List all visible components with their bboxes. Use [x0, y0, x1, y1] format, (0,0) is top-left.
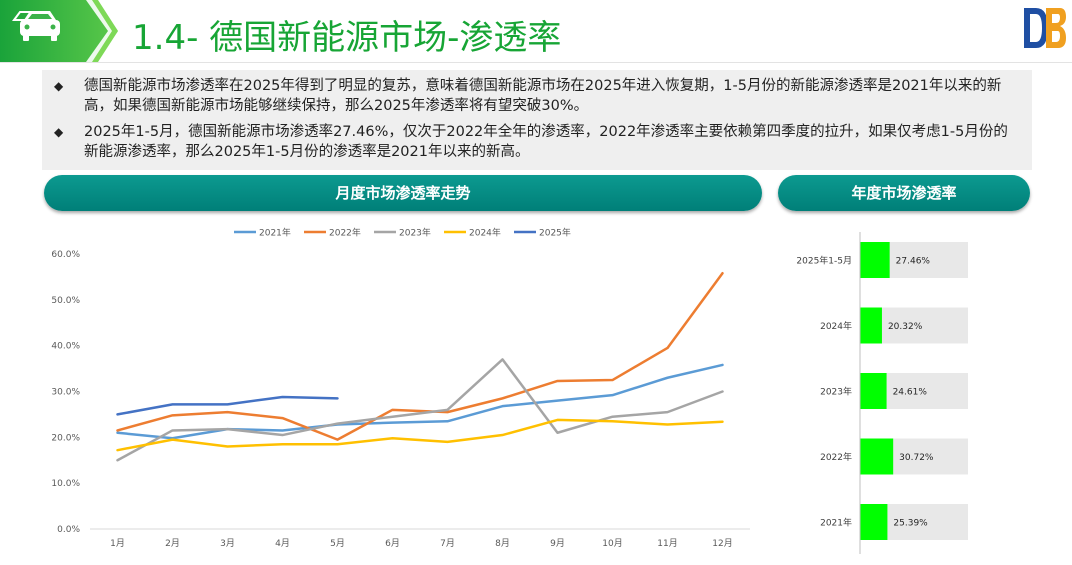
x-tick-label: 12月: [712, 538, 732, 549]
bar-category-label: 2025年1-5月: [796, 255, 852, 267]
bar-category-label: 2024年: [820, 320, 852, 332]
y-tick-label: 0.0%: [57, 525, 80, 535]
summary-bullet: ◆ 德国新能源市场渗透率在2025年得到了明显的复苏，意味着德国新能源市场在20…: [54, 76, 1014, 116]
diamond-bullet-icon: ◆: [54, 79, 64, 93]
legend-label: 2025年: [539, 227, 571, 239]
series-line: [116, 363, 724, 440]
x-tick-label: 5月: [330, 538, 345, 549]
x-tick-label: 9月: [550, 538, 565, 549]
y-tick-label: 20.0%: [51, 433, 80, 443]
legend-label: 2022年: [329, 227, 361, 239]
x-tick-label: 3月: [220, 538, 235, 549]
diamond-bullet-icon: ◆: [54, 125, 64, 139]
company-logo: [1024, 8, 1066, 48]
annual-penetration-bar-chart: 27.46% 2025年1-5月 20.32% 2024年 24.61% 2023年 30.…: [796, 232, 968, 554]
legend-label: 2021年: [259, 227, 291, 239]
page-title: 1.4- 德国新能源市场-渗透率: [132, 18, 562, 58]
header-divider: [0, 62, 1072, 63]
series-line: [116, 418, 724, 452]
x-tick-label: 2月: [165, 538, 180, 549]
bar-category-label: 2023年: [820, 386, 852, 398]
bar: [860, 438, 894, 475]
bar-value-label: 25.39%: [893, 519, 928, 529]
x-tick-label: 10月: [602, 538, 622, 549]
y-tick-label: 30.0%: [51, 388, 80, 398]
bullet-text: 德国新能源市场渗透率在2025年得到了明显的复苏，意味着德国新能源市场在2025…: [84, 78, 1002, 114]
bar: [860, 373, 887, 409]
bar: [860, 307, 882, 344]
monthly-section-header: 月度市场渗透率走势: [44, 175, 762, 211]
legend-label: 2024年: [469, 227, 501, 239]
bar-category-label: 2021年: [820, 517, 852, 529]
bar-category-label: 2022年: [820, 451, 852, 463]
bar-value-label: 20.32%: [888, 322, 923, 332]
bar: [860, 242, 890, 278]
x-tick-label: 1月: [110, 538, 125, 549]
bar-value-label: 27.46%: [896, 257, 931, 267]
summary-bullet: ◆ 2025年1-5月，德国新能源市场渗透率27.46%，仅次于2022年全年的…: [54, 122, 1014, 162]
x-tick-label: 7月: [440, 538, 455, 549]
x-tick-label: 8月: [495, 538, 510, 549]
page-header: 1.4- 德国新能源市场-渗透率: [0, 0, 1072, 66]
bar-value-label: 24.61%: [893, 388, 928, 398]
car-icon: [12, 11, 60, 41]
y-tick-label: 10.0%: [51, 479, 80, 489]
x-tick-label: 4月: [275, 538, 290, 549]
bar: [860, 504, 888, 540]
x-tick-label: 6月: [385, 538, 400, 549]
y-tick-label: 40.0%: [51, 342, 80, 352]
bullet-text: 2025年1-5月，德国新能源市场渗透率27.46%，仅次于2022年全年的渗透…: [84, 124, 1008, 160]
summary-box: ◆ 德国新能源市场渗透率在2025年得到了明显的复苏，意味着德国新能源市场在20…: [42, 70, 1032, 170]
x-tick-label: 11月: [657, 538, 677, 549]
bar-value-label: 30.72%: [899, 453, 934, 463]
legend-label: 2023年: [399, 227, 431, 239]
annual-section-header: 年度市场渗透率: [778, 175, 1030, 211]
y-tick-label: 60.0%: [51, 250, 80, 260]
y-tick-label: 50.0%: [51, 296, 80, 306]
monthly-penetration-line-chart: 0.0% 10.0% 20.0% 30.0% 40.0% 50.0% 60.0% 1月 2月 3月…: [51, 227, 750, 549]
